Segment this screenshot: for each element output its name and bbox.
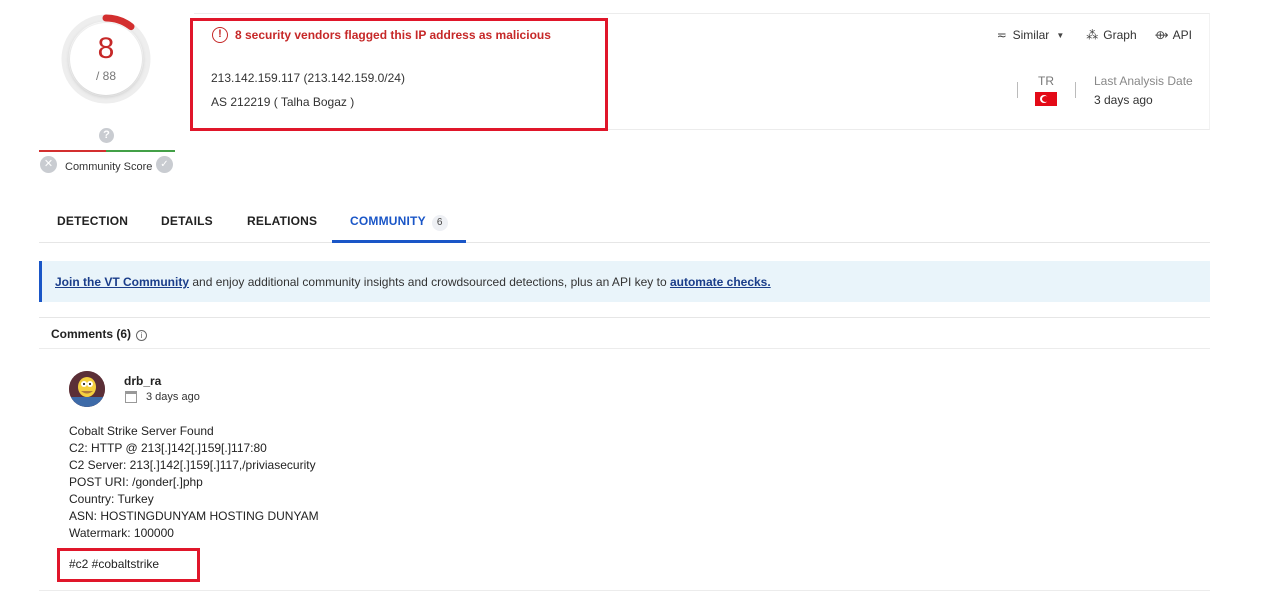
tab-community[interactable]: COMMUNITY 6	[350, 214, 448, 231]
api-label: API	[1172, 28, 1192, 42]
api-icon: ⟴	[1154, 28, 1169, 42]
info-icon[interactable]: i	[136, 330, 148, 341]
top-actions: ≂ Similar ▼ ⁂ Graph ⟴ API	[995, 28, 1192, 42]
tab-bar: DETECTION DETAILS RELATIONS COMMUNITY 6	[39, 200, 1210, 243]
comment-date: 3 days ago	[146, 391, 200, 403]
last-analysis-value: 3 days ago	[1094, 93, 1153, 107]
comment-body: Cobalt Strike Server Found C2: HTTP @ 21…	[69, 423, 319, 542]
comment-author[interactable]: drb_ra	[124, 374, 161, 388]
turkey-flag-icon	[1035, 92, 1057, 106]
vote-harmful-icon[interactable]: ✕	[40, 156, 57, 173]
join-community-link[interactable]: Join the VT Community	[55, 275, 189, 289]
similar-label: Similar	[1012, 28, 1050, 42]
similar-button[interactable]: ≂ Similar ▼	[995, 28, 1068, 42]
detection-score-gauge: 8 / 88	[59, 12, 153, 106]
graph-button[interactable]: ⁂ Graph	[1085, 28, 1136, 42]
community-help-icon[interactable]: ?	[99, 128, 114, 143]
highlight-box	[57, 548, 200, 582]
comment-line: POST URI: /gonder[.]php	[69, 475, 203, 489]
similar-icon: ≂	[996, 28, 1007, 42]
banner-middle-text: and enjoy additional community insights …	[189, 275, 670, 289]
caret-down-icon: ▼	[1056, 30, 1065, 40]
community-score-label: Community Score	[65, 161, 153, 173]
tab-details[interactable]: DETAILS	[161, 214, 213, 228]
tab-detection[interactable]: DETECTION	[57, 214, 128, 228]
community-banner: Join the VT Community and enjoy addition…	[39, 261, 1210, 302]
comment-line: Watermark: 100000	[69, 526, 174, 540]
tab-relations[interactable]: RELATIONS	[247, 214, 317, 228]
comment-line: Cobalt Strike Server Found	[69, 424, 214, 438]
calendar-icon	[125, 391, 137, 403]
divider	[1075, 82, 1076, 98]
comment-line: C2: HTTP @ 213[.]142[.]159[.]117:80	[69, 441, 267, 455]
community-negative-bar	[39, 150, 106, 152]
divider	[39, 590, 1210, 591]
user-avatar-image	[69, 371, 105, 407]
automate-checks-link[interactable]: automate checks.	[670, 275, 771, 289]
community-count-badge: 6	[431, 215, 448, 231]
divider	[39, 317, 1210, 318]
comments-heading: Comments (6) i	[51, 327, 148, 341]
graph-icon: ⁂	[1086, 28, 1099, 42]
graph-label: Graph	[1103, 28, 1137, 42]
comment-line: Country: Turkey	[69, 492, 154, 506]
api-button[interactable]: ⟴ API	[1155, 28, 1192, 42]
comment-line: ASN: HOSTINGDUNYAM HOSTING DUNYAM	[69, 509, 319, 523]
comment-line: C2 Server: 213[.]142[.]159[.]117,/privia…	[69, 458, 316, 472]
banner-text: Join the VT Community and enjoy addition…	[55, 275, 771, 289]
avatar[interactable]	[69, 371, 105, 407]
divider	[39, 348, 1210, 349]
country-code: TR	[1038, 74, 1054, 88]
highlight-box	[190, 18, 608, 131]
community-positive-bar	[106, 150, 175, 152]
divider	[1017, 82, 1018, 98]
detection-total: / 88	[95, 69, 116, 83]
last-analysis-label: Last Analysis Date	[1094, 74, 1193, 88]
detection-count: 8	[97, 32, 115, 65]
comments-heading-label: Comments (6)	[51, 327, 132, 341]
active-tab-indicator	[332, 240, 466, 243]
vote-harmless-icon[interactable]: ✓	[156, 156, 173, 173]
tab-community-label: COMMUNITY	[350, 214, 426, 228]
